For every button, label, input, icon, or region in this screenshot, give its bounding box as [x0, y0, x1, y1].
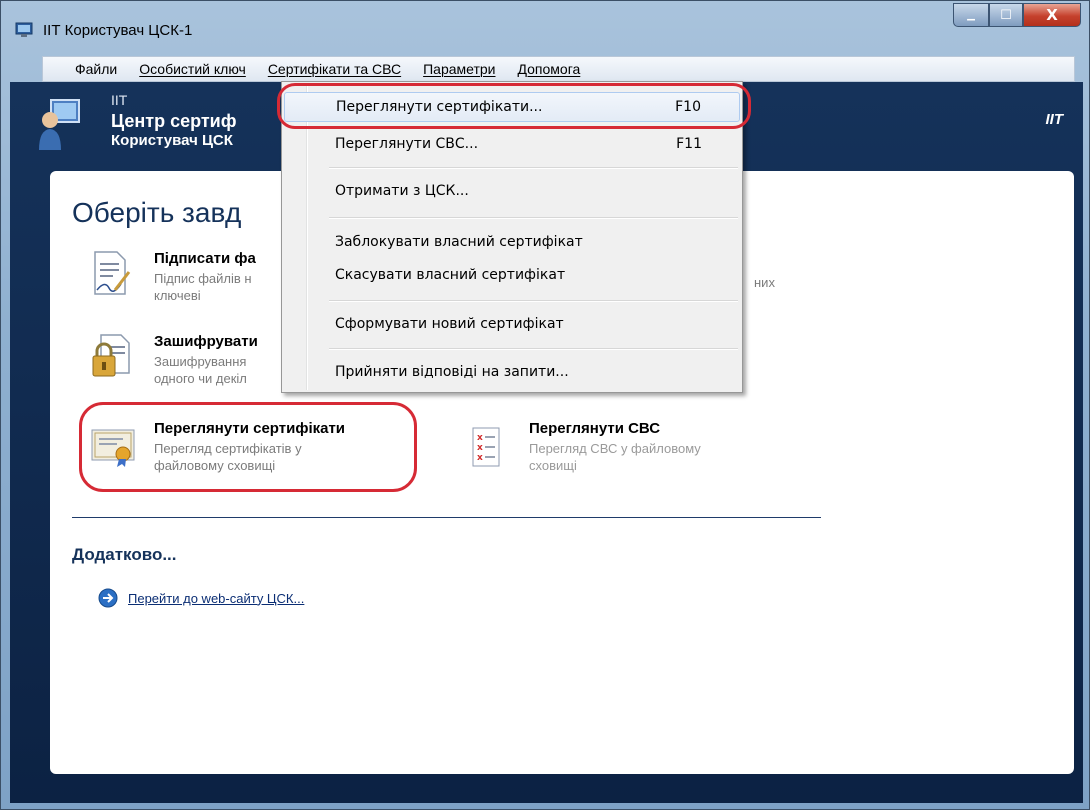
- menu-separator: [329, 167, 738, 169]
- task-desc-line: одного чи декіл: [154, 371, 247, 386]
- svg-text:x: x: [477, 433, 483, 443]
- extra-section-title: Додатково...: [72, 545, 177, 564]
- header-center-name: Центр сертиф: [111, 111, 237, 131]
- task-encrypt-files[interactable]: Зашифрувати Зашифрування одного чи декіл: [91, 333, 291, 399]
- menu-item-shortcut: F11: [676, 136, 702, 152]
- header-user-name: Користувач ЦСК: [111, 132, 233, 149]
- close-icon: X: [1046, 6, 1058, 24]
- menu-item-new-certificate[interactable]: Сформувати новий сертифікат: [284, 309, 740, 339]
- maximize-icon: ☐: [1000, 7, 1012, 23]
- task-sign-files[interactable]: Підписати фа Підпис файлів н ключеві: [91, 250, 291, 308]
- arrow-right-circle-icon: [98, 588, 118, 608]
- menu-item-label: Заблокувати власний сертифікат: [335, 234, 583, 250]
- menu-separator: [329, 300, 738, 302]
- close-button[interactable]: X: [1023, 3, 1081, 27]
- page-title: Оберіть завд: [72, 197, 242, 228]
- menu-bar: Файли Особистий ключ Сертифікати та СВС …: [42, 56, 1075, 82]
- sign-document-icon: [94, 251, 131, 295]
- menu-item-view-crl[interactable]: Переглянути СВС... F11: [284, 129, 740, 159]
- svg-text:x: x: [477, 443, 483, 453]
- menu-files[interactable]: Файли: [43, 61, 128, 77]
- task-name: Переглянути СВС: [529, 420, 661, 437]
- annotation-oval-menu: [277, 83, 751, 129]
- minimize-icon: ▁: [967, 9, 975, 21]
- task-desc-line: Перегляд СВС у файловому: [529, 441, 701, 456]
- svg-text:x: x: [477, 453, 483, 463]
- annotation-oval-task: [79, 402, 417, 492]
- task-desc-line: ключеві: [154, 288, 201, 303]
- maximize-button[interactable]: ☐: [989, 3, 1023, 27]
- website-link-label: Перейти до web-сайту ЦСК...: [128, 590, 305, 606]
- minimize-button[interactable]: ▁: [953, 3, 989, 27]
- task-desc-line: Зашифрування: [154, 354, 247, 369]
- menu-item-label: Сформувати новий сертифікат: [335, 316, 564, 332]
- menu-help[interactable]: Допомога: [507, 61, 592, 77]
- task-desc-line: сховищі: [529, 458, 577, 473]
- menu-item-accept-responses[interactable]: Прийняти відповіді на запити...: [284, 357, 740, 387]
- menu-certificates[interactable]: Сертифікати та СВС: [257, 61, 412, 77]
- task-desc-line: Підпис файлів н: [154, 271, 252, 286]
- hidden-desc-fragment: них: [754, 275, 775, 290]
- app-icon: [15, 22, 33, 37]
- header-org-short: ІІТ: [111, 92, 128, 108]
- task-description: Перегляд СВС у файловому сховищі: [529, 440, 701, 474]
- task-description: Підпис файлів н ключеві: [154, 270, 252, 304]
- section-divider: [72, 517, 821, 518]
- task-name: Підписати фа: [154, 250, 256, 267]
- menu-private-key[interactable]: Особистий ключ: [128, 61, 257, 77]
- menu-item-label: Переглянути СВС...: [335, 136, 479, 152]
- website-link[interactable]: Перейти до web-сайту ЦСК...: [98, 588, 304, 608]
- title-bar[interactable]: ІІТ Користувач ЦСК-1 ▁ ☐ X: [1, 1, 1089, 53]
- window-title: ІІТ Користувач ЦСК-1: [43, 22, 193, 39]
- header-brand-logo: IIT: [1045, 111, 1064, 128]
- menu-item-label: Прийняти відповіді на запити...: [335, 364, 569, 380]
- user-computer-icon: [39, 99, 80, 150]
- menu-separator: [329, 348, 738, 350]
- menu-item-label: Отримати з ЦСК...: [335, 183, 469, 199]
- task-description: Зашифрування одного чи декіл: [154, 353, 247, 387]
- task-view-crl[interactable]: x x x Переглянути СВС Перегляд СВС у фай…: [466, 420, 766, 482]
- menu-parameters[interactable]: Параметри: [412, 61, 506, 77]
- menu-separator: [329, 217, 738, 219]
- lock-document-icon: [92, 334, 130, 377]
- menu-item-get-from-ca[interactable]: Отримати з ЦСК...: [284, 176, 740, 206]
- app-window: ІІТ Користувач ЦСК-1 ▁ ☐ X Файли Особист…: [0, 0, 1090, 810]
- task-name: Зашифрувати: [154, 333, 258, 350]
- menu-item-revoke-certificate[interactable]: Скасувати власний сертифікат: [284, 260, 740, 290]
- menu-item-label: Скасувати власний сертифікат: [335, 267, 566, 283]
- revocation-list-icon: x x x: [472, 427, 500, 467]
- window-controls: ▁ ☐ X: [953, 3, 1081, 31]
- menu-item-block-certificate[interactable]: Заблокувати власний сертифікат: [284, 227, 740, 257]
